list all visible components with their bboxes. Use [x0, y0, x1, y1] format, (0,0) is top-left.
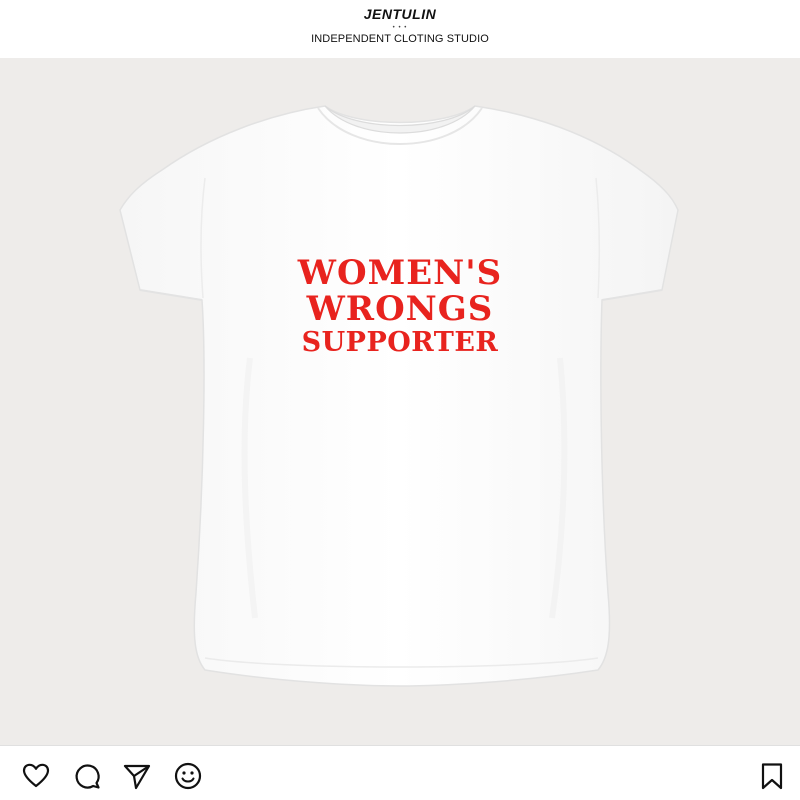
tshirt-illustration [119, 105, 679, 687]
emoji-icon [174, 762, 202, 790]
tshirt-print-text: WOMEN'S WRONGS SUPPORTER [230, 256, 570, 356]
heart-icon [22, 763, 50, 788]
brand-logo: JENTULIN [363, 6, 437, 22]
brand-logo-dots: • • • [392, 25, 408, 31]
like-button[interactable] [21, 761, 51, 791]
post-action-bar [0, 745, 800, 800]
bookmark-button[interactable] [757, 761, 787, 791]
product-image[interactable]: WOMEN'S WRONGS SUPPORTER [0, 58, 800, 745]
comment-icon [75, 764, 100, 789]
print-line-3: SUPPORTER [301, 327, 499, 358]
emoji-button[interactable] [173, 761, 203, 791]
brand-header: JENTULIN • • • INDEPENDENT CLOTING STUDI… [0, 0, 800, 58]
print-line-2: WRONGS [306, 289, 494, 329]
share-button[interactable] [122, 761, 152, 791]
brand-tagline: INDEPENDENT CLOTING STUDIO [311, 33, 489, 45]
post-frame: JENTULIN • • • INDEPENDENT CLOTING STUDI… [0, 0, 800, 800]
bookmark-icon [761, 763, 783, 790]
comment-button[interactable] [72, 761, 102, 791]
print-line-1: WOMEN'S [297, 253, 503, 293]
share-icon [123, 764, 151, 790]
